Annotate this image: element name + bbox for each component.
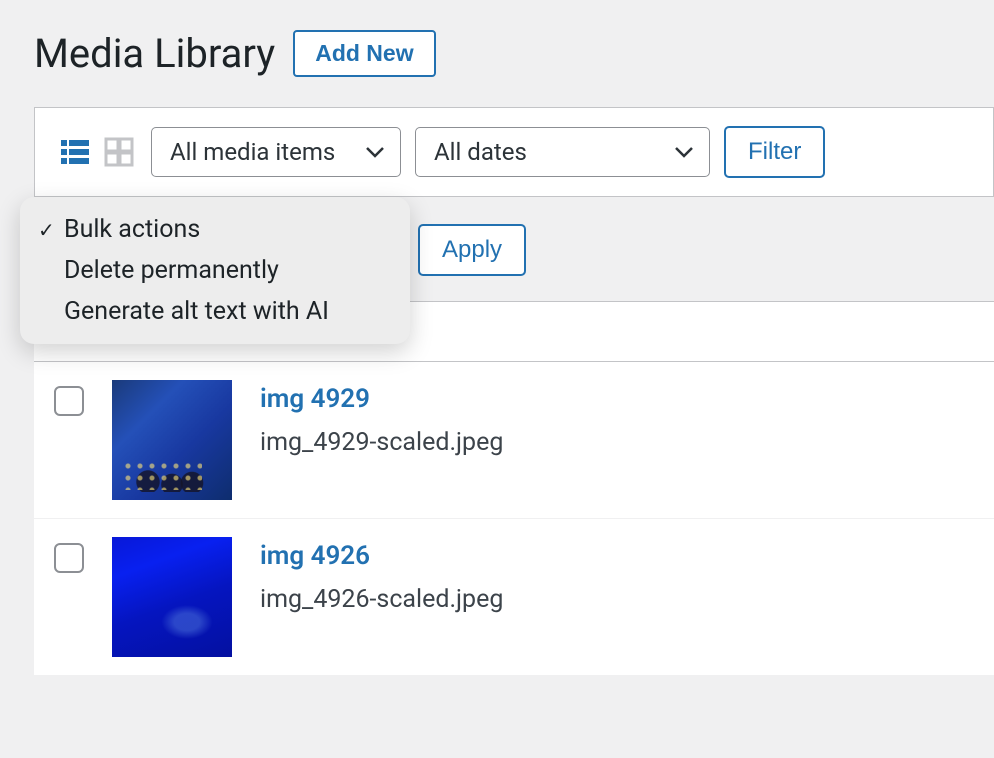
media-meta: img 4929 img_4929-scaled.jpeg — [260, 380, 503, 457]
media-thumbnail[interactable] — [112, 537, 232, 657]
dropdown-item-label: Delete permanently — [64, 256, 279, 285]
row-checkbox[interactable] — [54, 386, 84, 416]
media-table: img 4929 img_4929-scaled.jpeg img 4926 i… — [34, 301, 994, 676]
table-row: img 4926 img_4926-scaled.jpeg — [34, 519, 994, 676]
list-view-icon — [59, 136, 91, 168]
list-view-button[interactable] — [57, 134, 93, 170]
date-select-wrap: All dates — [415, 127, 710, 177]
check-icon: ✓ — [38, 218, 64, 242]
filter-button[interactable]: Filter — [724, 126, 825, 178]
page-header: Media Library Add New — [0, 0, 994, 107]
bulk-option-delete-permanently[interactable]: Delete permanently — [20, 250, 410, 291]
media-title-link[interactable]: img 4926 — [260, 541, 503, 571]
page-title: Media Library — [34, 30, 275, 77]
media-type-select-wrap: All media items — [151, 127, 401, 177]
add-new-button[interactable]: Add New — [293, 30, 435, 77]
bulk-option-generate-alt-text[interactable]: Generate alt text with AI — [20, 291, 410, 332]
media-meta: img 4926 img_4926-scaled.jpeg — [260, 537, 503, 614]
media-type-select[interactable]: All media items — [151, 127, 401, 177]
dropdown-item-label: Bulk actions — [64, 215, 200, 244]
row-checkbox[interactable] — [54, 543, 84, 573]
dropdown-item-label: Generate alt text with AI — [64, 297, 329, 326]
bulk-actions-row: Apply ✓ Bulk actions Delete permanently … — [34, 197, 994, 301]
media-title-link[interactable]: img 4929 — [260, 384, 503, 414]
filter-panel: All media items All dates Filter — [34, 107, 994, 197]
view-toggle — [57, 134, 137, 170]
apply-button[interactable]: Apply — [418, 224, 526, 276]
media-filename: img_4926-scaled.jpeg — [260, 585, 503, 614]
bulk-option-bulk-actions[interactable]: ✓ Bulk actions — [20, 209, 410, 250]
grid-view-button[interactable] — [101, 134, 137, 170]
grid-view-icon — [103, 136, 135, 168]
date-select[interactable]: All dates — [415, 127, 710, 177]
table-row: img 4929 img_4929-scaled.jpeg — [34, 362, 994, 519]
media-thumbnail[interactable] — [112, 380, 232, 500]
bulk-actions-dropdown: ✓ Bulk actions Delete permanently Genera… — [20, 197, 410, 344]
media-filename: img_4929-scaled.jpeg — [260, 428, 503, 457]
